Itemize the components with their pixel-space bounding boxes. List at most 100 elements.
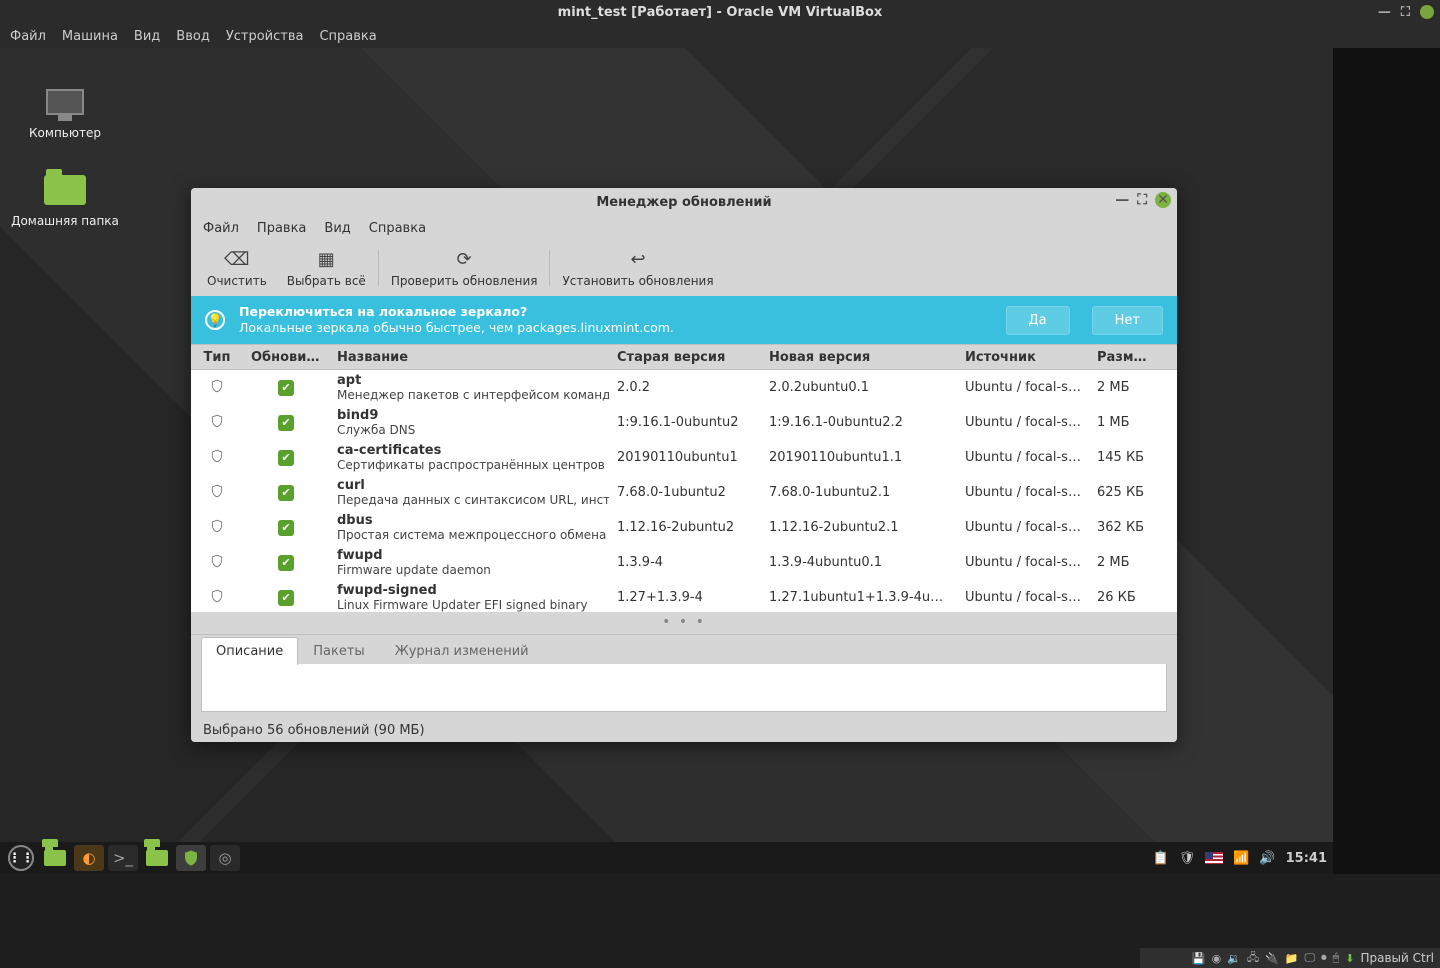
vm-menu-help[interactable]: Справка [319,29,376,44]
vb-record-icon[interactable]: ⏺ [1321,951,1327,965]
taskbar-files[interactable] [142,845,172,871]
vb-mouse-icon[interactable]: 🖱 [1333,951,1340,965]
tab-description[interactable]: Описание [201,637,298,665]
vm-menu-input[interactable]: Ввод [176,29,210,44]
col-new-version[interactable]: Новая версия [761,350,957,365]
vm-menu-machine[interactable]: Машина [62,29,118,44]
upgrade-checkbox[interactable]: ✔ [278,380,294,396]
vb-hd-icon[interactable]: 💾 [1192,952,1206,965]
package-source: Ubuntu / focal-security [957,590,1089,605]
package-size: 362 КБ [1089,520,1157,535]
new-version: 1.3.9-4ubuntu0.1 [761,555,957,570]
desktop-icon-label: Компьютер [10,126,120,140]
tray-clipboard-icon[interactable]: 📋 [1153,851,1169,866]
upgrade-checkbox[interactable]: ✔ [278,590,294,606]
vb-shared-icon[interactable]: 📁 [1285,952,1299,965]
install-icon: ↩ [630,249,645,270]
tab-packages[interactable]: Пакеты [298,637,379,665]
col-name[interactable]: Название [329,350,609,365]
folder-icon [44,175,86,205]
old-version: 1.12.16-2ubuntu2 [609,520,761,535]
taskbar-app[interactable]: ◎ [210,845,240,871]
desktop-icon-computer[interactable]: Компьютер [10,82,120,140]
upgrade-checkbox[interactable]: ✔ [278,415,294,431]
app-minimize-button[interactable]: — [1115,192,1129,208]
package-source: Ubuntu / focal-security [957,415,1089,430]
app-menu-help[interactable]: Справка [369,221,426,236]
table-body[interactable]: ✔aptМенеджер пакетов с интерфейсом коман… [191,370,1177,612]
desktop-icon-home[interactable]: Домашняя папка [10,170,120,228]
vb-cd-icon[interactable]: ◉ [1212,952,1222,965]
banner-no-button[interactable]: Нет [1092,306,1163,335]
toolbar-clear-button[interactable]: ⌫Очистить [197,242,277,294]
toolbar-install-button[interactable]: ↩Установить обновления [552,242,723,294]
detail-panel [201,664,1167,712]
toolbar-select-all-button[interactable]: ▦Выбрать всё [277,242,376,294]
tray-volume-icon[interactable]: 🔊 [1259,851,1275,866]
col-type[interactable]: Тип [191,350,243,365]
table-row[interactable]: ✔curlПередача данных с синтаксисом URL, … [191,475,1177,510]
old-version: 20190110ubuntu1 [609,450,761,465]
tray-keyboard-layout[interactable] [1205,852,1223,864]
refresh-icon: ⟳ [457,249,472,270]
taskbar-terminal[interactable]: >_ [108,845,138,871]
vb-guest-additions-icon[interactable]: ⬇ [1345,952,1354,965]
vb-net-icon[interactable]: 🖧 [1247,949,1259,968]
vb-usb-icon[interactable]: 🔌 [1265,952,1279,965]
col-source[interactable]: Источник [957,350,1089,365]
package-source: Ubuntu / focal-security [957,450,1089,465]
banner-yes-button[interactable]: Да [1006,306,1070,335]
table-row[interactable]: ✔bind9Служба DNS1:9.16.1-0ubuntu21:9.16.… [191,405,1177,440]
col-size[interactable]: Размер [1089,350,1157,365]
app-menu-view[interactable]: Вид [324,221,350,236]
security-shield-icon [210,413,224,429]
taskbar-firefox[interactable]: ◐ [74,845,104,871]
host-titlebar: mint_test [Работает] - Oracle VM Virtual… [0,0,1440,24]
upgrade-checkbox[interactable]: ✔ [278,555,294,571]
package-name: bind9 [337,408,601,423]
tray-clock[interactable]: 15:41 [1286,851,1327,866]
mint-menu-button[interactable]: ⋮⋮ [6,845,36,871]
banner-body: Локальные зеркала обычно быстрее, чем pa… [239,320,984,336]
table-row[interactable]: ✔ca-certificatesСертификаты распространё… [191,440,1177,475]
host-minimize-button[interactable]: — [1378,5,1391,20]
vm-menu-view[interactable]: Вид [134,29,160,44]
host-close-button[interactable] [1420,5,1434,19]
security-shield-icon [210,553,224,569]
vb-display-icon[interactable]: 🖵 [1305,951,1316,965]
update-manager-window: Менеджер обновлений — ⛶ ✕ Файл Правка Ви… [191,188,1177,742]
tab-changelog[interactable]: Журнал изменений [380,637,544,665]
upgrade-checkbox[interactable]: ✔ [278,450,294,466]
vb-audio-icon[interactable]: 🔉 [1227,952,1241,965]
table-row[interactable]: ✔dbusПростая система межпроцессного обме… [191,510,1177,545]
package-desc: Менеджер пакетов с интерфейсом командной [337,388,601,402]
vm-menu-devices[interactable]: Устройства [226,29,304,44]
package-name: ca-certificates [337,443,601,458]
upgrade-checkbox[interactable]: ✔ [278,485,294,501]
app-maximize-button[interactable]: ⛶ [1137,192,1147,208]
tray-shield-icon[interactable]: 🛡 [1179,851,1196,866]
app-menu-edit[interactable]: Правка [257,221,306,236]
toolbar-refresh-button[interactable]: ⟳Проверить обновления [381,242,548,294]
host-maximize-button[interactable]: ⛶ [1401,5,1410,20]
package-source: Ubuntu / focal-security [957,555,1089,570]
taskbar-show-desktop[interactable] [40,845,70,871]
table-row[interactable]: ✔fwupd-signedLinux Firmware Updater EFI … [191,580,1177,612]
table-row[interactable]: ✔fwupdFirmware update daemon1.3.9-41.3.9… [191,545,1177,580]
app-titlebar[interactable]: Менеджер обновлений — ⛶ ✕ [191,188,1177,216]
host-window-title: mint_test [Работает] - Oracle VM Virtual… [558,5,883,20]
upgrade-checkbox[interactable]: ✔ [278,520,294,536]
security-shield-icon [210,588,224,604]
app-close-button[interactable]: ✕ [1155,192,1171,208]
package-name: fwupd [337,548,601,563]
taskbar-update-manager[interactable] [176,845,206,871]
app-menu-file[interactable]: Файл [203,221,239,236]
vb-hostkey-label: Правый Ctrl [1360,951,1434,965]
table-row[interactable]: ✔aptМенеджер пакетов с интерфейсом коман… [191,370,1177,405]
app-menubar: Файл Правка Вид Справка [191,216,1177,240]
col-upgrade[interactable]: Обновить [243,350,329,365]
col-old-version[interactable]: Старая версия [609,350,761,365]
vm-menu-file[interactable]: Файл [10,29,46,44]
desktop-icon-label: Домашняя папка [10,214,120,228]
tray-network-icon[interactable]: 📶 [1233,851,1249,866]
